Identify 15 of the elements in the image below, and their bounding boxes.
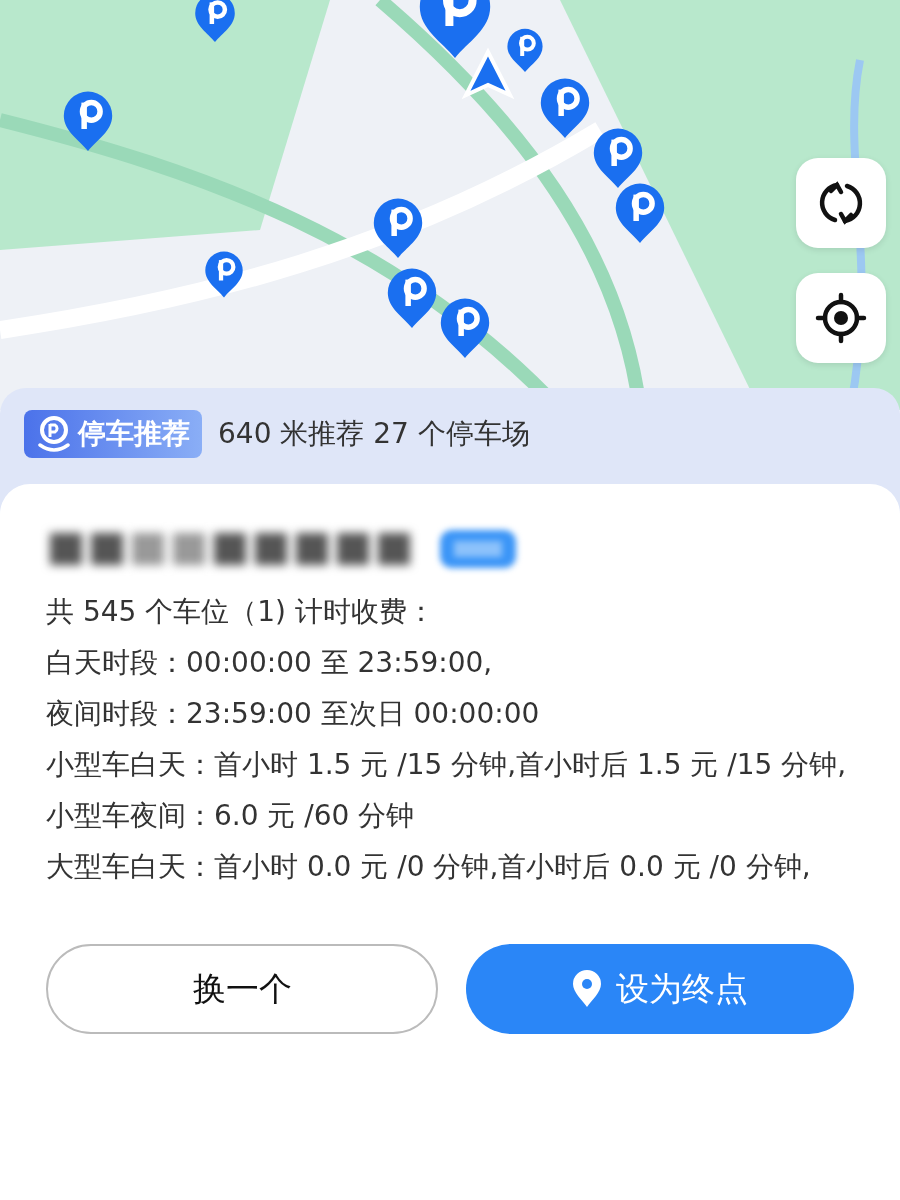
recommend-summary: 640 米推荐 27 个停车场 [218,416,530,452]
fee-info-line: 共 545 个车位（1) 计时收费： [46,594,436,630]
fee-info-line: 夜间时段：23:59:00 至次日 00:00:00 [46,696,541,732]
fee-info-line: 大型车白天：首小时 0.0 元 /0 分钟,首小时后 0.0 元 /0 分钟, [46,849,812,885]
change-button[interactable]: 换一个 [46,944,438,1034]
parking-badge: 停车推荐 [24,410,202,458]
fee-info-line: 小型车白天：首小时 1.5 元 /15 分钟,首小时后 1.5 元 /15 分钟, [46,747,848,783]
locate-button[interactable] [796,273,886,363]
refresh-button[interactable] [796,158,886,248]
fee-info-line: 白天时段：00:00:00 至 23:59:00, [46,645,494,681]
fee-info-line: 小型车夜间：6.0 元 /60 分钟 [46,798,416,834]
location-pin-icon [572,970,602,1008]
refresh-icon [817,179,865,227]
set-destination-button[interactable]: 设为终点 [466,944,854,1034]
locate-icon [815,292,867,344]
